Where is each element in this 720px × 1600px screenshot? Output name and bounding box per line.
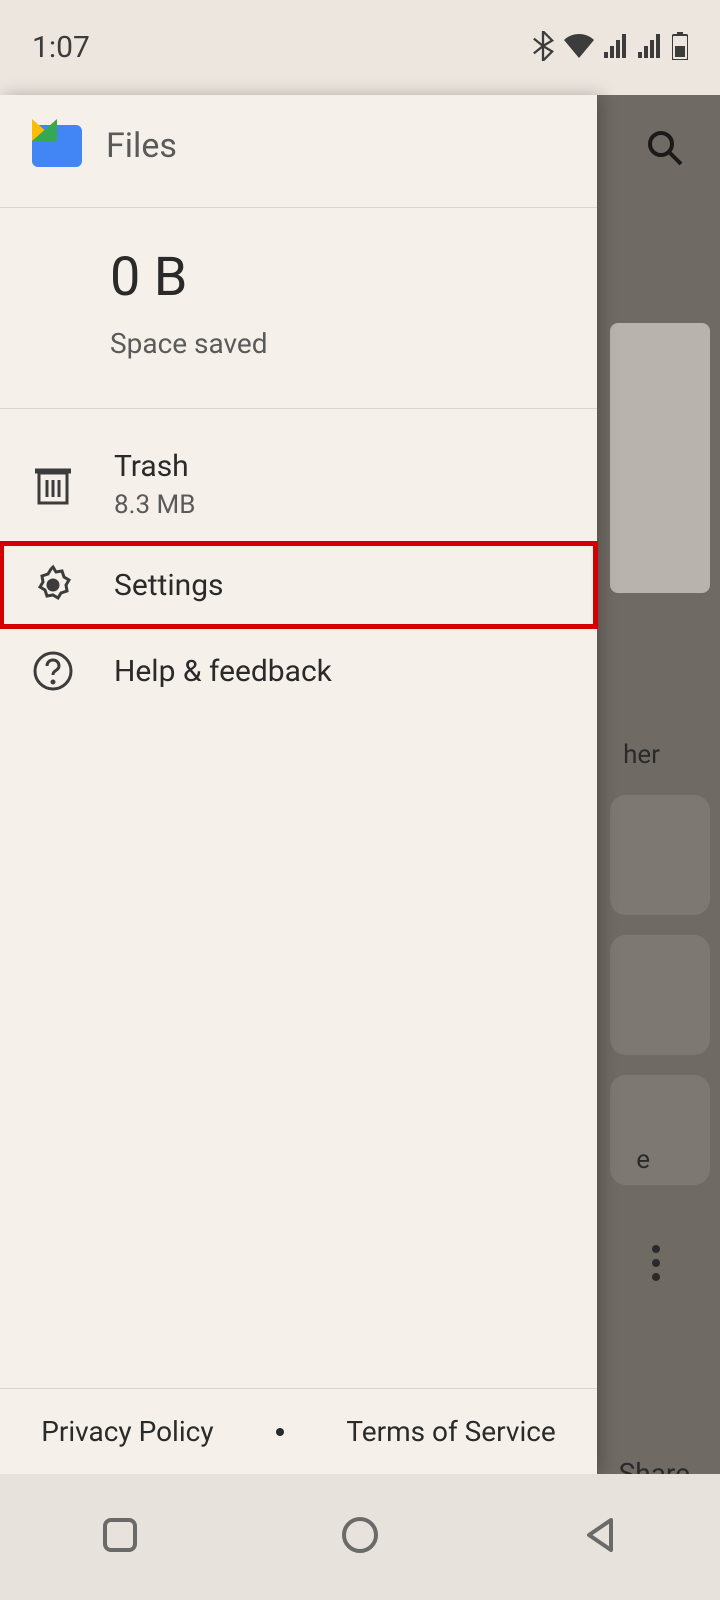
bg-partial-text: her: [623, 740, 660, 770]
bg-chip: [610, 1075, 710, 1185]
menu-label: Help & feedback: [114, 654, 332, 689]
bg-partial-text: e: [636, 1145, 650, 1175]
separator-dot: [276, 1428, 284, 1436]
help-icon: [32, 650, 74, 692]
gear-icon: [32, 564, 74, 606]
recents-button[interactable]: [101, 1516, 139, 1558]
space-label: Space saved: [110, 327, 565, 360]
navigation-drawer: Files 0 B Space saved Trash 8.3 MB Setti…: [0, 95, 597, 1474]
signal-icon: [604, 34, 628, 62]
bg-chip: [610, 795, 710, 915]
more-icon: [652, 1245, 660, 1281]
trash-icon: [32, 464, 74, 506]
drawer-footer: Privacy Policy Terms of Service: [0, 1388, 597, 1474]
drawer-header: Files: [0, 95, 597, 208]
drawer-title: Files: [106, 126, 177, 166]
space-value: 0 B: [110, 246, 565, 309]
bg-chip: [610, 935, 710, 1055]
status-bar: 1:07: [0, 0, 720, 95]
terms-link[interactable]: Terms of Service: [346, 1415, 555, 1448]
menu-label: Trash: [114, 449, 195, 484]
bg-document-card: [610, 323, 710, 593]
menu-item-help[interactable]: Help & feedback: [0, 628, 597, 714]
menu-item-settings[interactable]: Settings: [0, 542, 597, 628]
signal-icon-2: [638, 34, 662, 62]
files-logo-icon: [32, 125, 82, 167]
menu-list: Trash 8.3 MB Settings Help & feedback: [0, 409, 597, 1388]
search-icon: [647, 130, 683, 166]
privacy-policy-link[interactable]: Privacy Policy: [41, 1415, 213, 1448]
status-time: 1:07: [32, 30, 90, 65]
menu-item-trash[interactable]: Trash 8.3 MB: [0, 427, 597, 542]
wifi-icon: [564, 34, 594, 62]
back-button[interactable]: [581, 1516, 619, 1558]
battery-icon: [672, 32, 688, 64]
search-button-bg: [620, 103, 710, 193]
home-button[interactable]: [340, 1515, 380, 1559]
status-icons: [532, 31, 688, 65]
space-saved-section[interactable]: 0 B Space saved: [0, 208, 597, 409]
bluetooth-icon: [532, 31, 554, 65]
system-nav-bar: [0, 1474, 720, 1600]
menu-sublabel: 8.3 MB: [114, 490, 195, 520]
menu-label: Settings: [114, 568, 224, 603]
